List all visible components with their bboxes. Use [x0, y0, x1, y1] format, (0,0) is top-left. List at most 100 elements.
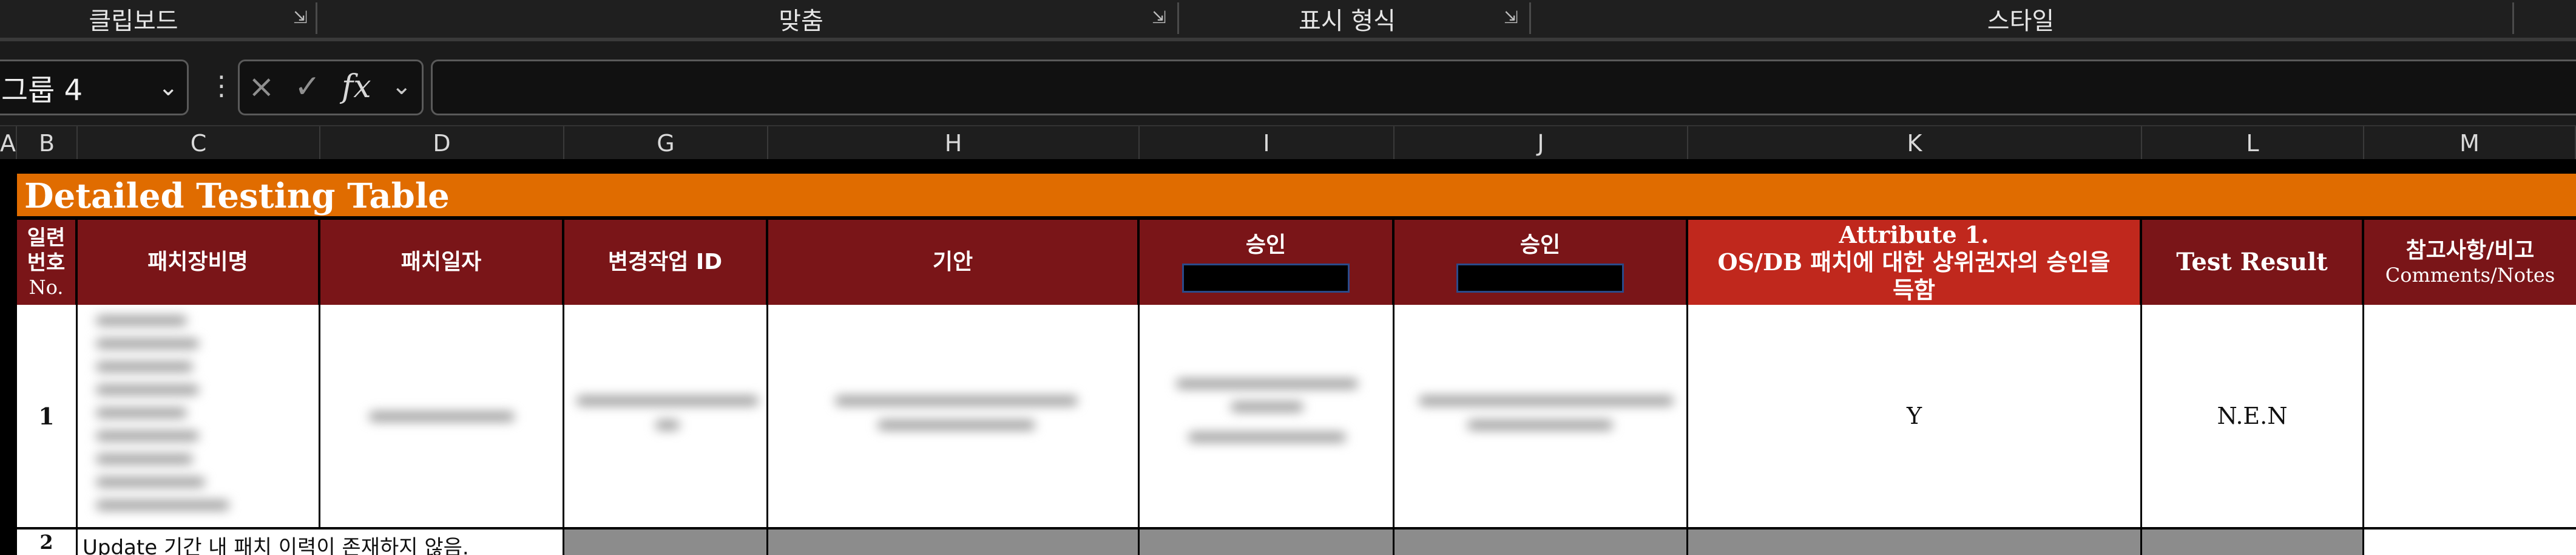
blurred-text: [96, 408, 187, 418]
blurred-text: [96, 431, 199, 441]
chevron-down-icon[interactable]: ⌄: [158, 73, 178, 101]
attribute-value: Y: [1906, 403, 1922, 429]
table-cell[interactable]: Y: [1688, 305, 2142, 529]
header-change-id[interactable]: 변경작업 ID: [564, 220, 768, 305]
blurred-text: [835, 396, 1078, 406]
blurred-text: [96, 454, 193, 464]
row-number: 2: [39, 531, 53, 554]
blurred-text: [96, 385, 199, 395]
header-approval-1[interactable]: 승인: [1140, 220, 1394, 305]
blurred-text: [877, 420, 1035, 430]
column-header-a[interactable]: A: [0, 126, 17, 160]
header-serial-no-line3: No.: [29, 275, 64, 299]
header-notes[interactable]: 참고사항/비고 Comments/Notes: [2364, 220, 2576, 305]
ribbon-group-number-format: 표시 형식: [1299, 7, 1396, 35]
table-cell[interactable]: [78, 305, 320, 529]
column-header-j[interactable]: J: [1394, 126, 1688, 160]
table-cell[interactable]: [2364, 305, 2576, 529]
header-draft-label: 기안: [932, 250, 973, 275]
table-cell[interactable]: [564, 529, 768, 555]
column-header-d[interactable]: D: [320, 126, 564, 160]
blurred-text: [369, 412, 515, 421]
name-box[interactable]: 그룹 4 ⌄: [0, 60, 189, 115]
column-header-c[interactable]: C: [78, 126, 320, 160]
table-cell[interactable]: [768, 305, 1140, 529]
column-header-k[interactable]: K: [1688, 126, 2142, 160]
worksheet: Detailed Testing Table 일련 번호 No. 패치장비명 패…: [0, 159, 2576, 555]
column-header-m[interactable]: M: [2364, 126, 2576, 160]
table-cell[interactable]: N.E.N: [2142, 305, 2364, 529]
header-patch-date[interactable]: 패치일자: [320, 220, 564, 305]
column-header-h[interactable]: H: [768, 126, 1140, 160]
header-test-result[interactable]: Test Result: [2142, 220, 2364, 305]
column-header-i[interactable]: I: [1140, 126, 1394, 160]
header-notes-line2: Comments/Notes: [2385, 264, 2555, 287]
table-cell[interactable]: [320, 305, 564, 529]
ribbon-divider: [1177, 2, 1179, 34]
blurred-text: [1176, 379, 1358, 389]
ribbon-divider: [316, 2, 317, 34]
insert-function-icon[interactable]: fx: [342, 69, 371, 105]
blurred-text: [96, 362, 193, 372]
enter-icon[interactable]: ✓: [294, 69, 321, 105]
blurred-text: [96, 477, 205, 487]
blurred-text: [96, 500, 229, 510]
blurred-text: [1231, 402, 1303, 412]
notes-value: [2364, 305, 2576, 527]
ribbon-divider: [1529, 2, 1531, 34]
header-serial-no-line2: 번호: [27, 250, 66, 275]
table-cell[interactable]: [1140, 305, 1394, 529]
row-number: 1: [38, 402, 55, 430]
blurred-text: [1467, 420, 1613, 430]
ribbon-divider: [2512, 2, 2514, 34]
header-device-name[interactable]: 패치장비명: [78, 220, 320, 305]
header-test-result-label: Test Result: [2176, 248, 2328, 276]
cancel-icon[interactable]: ×: [248, 69, 275, 105]
column-header-row: A B C D G H I J K L M: [0, 125, 2576, 162]
header-attribute-1-line2: OS/DB 패치에 대한 상위권자의 승인을: [1717, 248, 2111, 276]
header-attribute-1-line3: 득함: [1893, 276, 1935, 304]
formula-actions: × ✓ fx ⌄: [238, 60, 424, 115]
blurred-text: [96, 316, 187, 325]
header-attribute-1-line1: Attribute 1.: [1839, 220, 1989, 248]
header-device-name-label: 패치장비명: [147, 250, 248, 275]
table-title-band[interactable]: Detailed Testing Table: [17, 170, 2576, 220]
table-cell[interactable]: 1: [17, 305, 78, 529]
column-header-g[interactable]: G: [564, 126, 768, 160]
formula-input[interactable]: [431, 60, 2576, 115]
table-cell[interactable]: [564, 305, 768, 529]
row-note-text: Update 기간 내 패치 이력이 존재하지 않음.: [83, 536, 469, 555]
column-header-l[interactable]: L: [2142, 126, 2364, 160]
header-approval-1-label: 승인: [1245, 233, 1286, 258]
header-attribute-1[interactable]: Attribute 1. OS/DB 패치에 대한 상위권자의 승인을 득함: [1688, 220, 2142, 305]
table-cell[interactable]: [1394, 529, 1688, 555]
table-cell[interactable]: Update 기간 내 패치 이력이 존재하지 않음.: [78, 529, 564, 555]
blurred-text: [1419, 396, 1674, 406]
blurred-text: [96, 339, 199, 349]
table-cell[interactable]: [768, 529, 1140, 555]
alignment-launcher-icon[interactable]: ⇲: [1150, 9, 1168, 27]
table-cell[interactable]: [1394, 305, 1688, 529]
more-options-icon[interactable]: ⋮: [208, 70, 235, 101]
blurred-text: [1188, 432, 1346, 442]
column-header-b[interactable]: B: [17, 126, 78, 160]
table-cell[interactable]: [1688, 529, 2142, 555]
header-serial-no[interactable]: 일련 번호 No.: [17, 220, 78, 305]
ribbon-group-clipboard: 클립보드: [89, 7, 178, 35]
table-cell[interactable]: [2142, 529, 2364, 555]
test-result-value: N.E.N: [2217, 403, 2288, 429]
table-cell[interactable]: 2: [17, 529, 78, 555]
table-cell[interactable]: [2364, 529, 2576, 555]
header-notes-line1: 참고사항/비고: [2405, 238, 2535, 264]
ribbon-group-styles: 스타일: [1987, 7, 2055, 35]
ribbon-group-alignment: 맞춤: [779, 7, 823, 35]
redacted-box: [1182, 263, 1350, 293]
header-approval-2[interactable]: 승인: [1394, 220, 1688, 305]
number-format-launcher-icon[interactable]: ⇲: [1502, 9, 1520, 27]
header-change-id-label: 변경작업 ID: [607, 250, 723, 275]
chevron-down-icon[interactable]: ⌄: [391, 72, 412, 100]
blurred-text: [655, 420, 680, 430]
table-cell[interactable]: [1140, 529, 1394, 555]
header-draft[interactable]: 기안: [768, 220, 1140, 305]
clipboard-launcher-icon[interactable]: ⇲: [291, 9, 309, 27]
